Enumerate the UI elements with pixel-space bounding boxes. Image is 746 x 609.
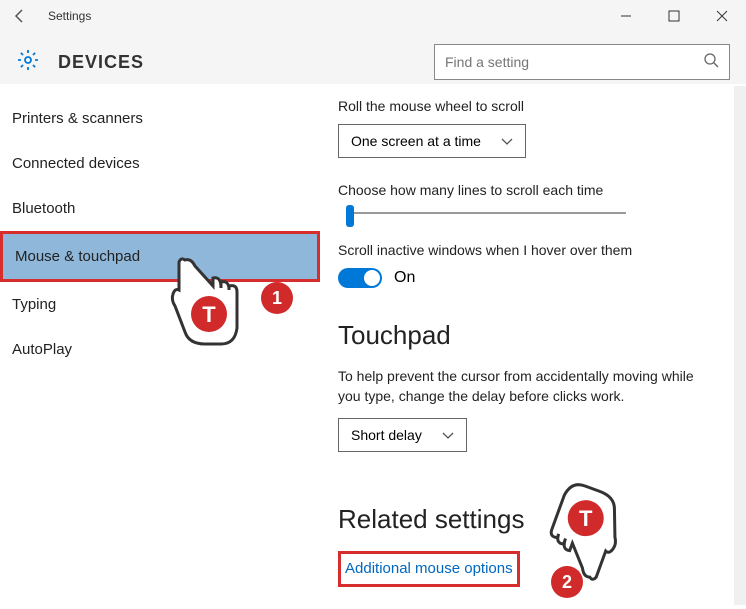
window-title: Settings xyxy=(48,9,91,23)
sidebar: Printers & scanners Connected devices Bl… xyxy=(0,84,320,609)
back-button[interactable] xyxy=(8,4,32,28)
touchpad-delay-dropdown[interactable]: Short delay xyxy=(338,418,467,452)
toggle-state-label: On xyxy=(394,269,415,287)
additional-mouse-options-highlight: Additional mouse options xyxy=(338,551,520,587)
scroll-mode-dropdown[interactable]: One screen at a time xyxy=(338,124,526,158)
scroll-mode-value: One screen at a time xyxy=(351,133,481,149)
search-box[interactable] xyxy=(434,44,730,80)
titlebar: Settings xyxy=(0,0,746,32)
annotation-badge-1: 1 xyxy=(261,282,293,314)
touchpad-heading: Touchpad xyxy=(338,320,728,351)
sidebar-item-connected-devices[interactable]: Connected devices xyxy=(0,141,320,186)
maximize-icon xyxy=(668,10,680,22)
search-input[interactable] xyxy=(445,54,703,70)
slider-thumb[interactable] xyxy=(346,205,354,227)
inactive-windows-toggle[interactable] xyxy=(338,268,382,288)
minimize-icon xyxy=(620,10,632,22)
close-icon xyxy=(716,10,728,22)
lines-slider[interactable] xyxy=(346,212,626,214)
sidebar-item-mouse-touchpad[interactable]: Mouse & touchpad xyxy=(0,231,320,282)
header: DEVICES xyxy=(0,32,746,84)
chevron-down-icon xyxy=(501,133,513,149)
inactive-windows-label: Scroll inactive windows when I hover ove… xyxy=(338,242,728,258)
search-icon xyxy=(703,52,719,73)
scrollbar[interactable] xyxy=(734,86,746,605)
chevron-down-icon xyxy=(442,427,454,443)
touchpad-help-text: To help prevent the cursor from accident… xyxy=(338,367,698,406)
annotation-badge-2: 2 xyxy=(551,566,583,598)
additional-mouse-options-link[interactable]: Additional mouse options xyxy=(345,560,513,577)
gear-icon xyxy=(16,48,40,77)
toggle-knob xyxy=(364,270,380,286)
lines-scroll-label: Choose how many lines to scroll each tim… xyxy=(338,182,728,198)
sidebar-item-autoplay[interactable]: AutoPlay xyxy=(0,327,320,372)
minimize-button[interactable] xyxy=(610,4,642,28)
sidebar-item-bluetooth[interactable]: Bluetooth xyxy=(0,186,320,231)
page-title: DEVICES xyxy=(58,52,144,73)
window-controls xyxy=(610,4,738,28)
back-arrow-icon xyxy=(12,8,28,24)
scroll-wheel-label: Roll the mouse wheel to scroll xyxy=(338,98,728,114)
content-panel: Roll the mouse wheel to scroll One scree… xyxy=(320,84,746,609)
sidebar-item-printers[interactable]: Printers & scanners xyxy=(0,96,320,141)
maximize-button[interactable] xyxy=(658,4,690,28)
related-settings-heading: Related settings xyxy=(338,504,728,535)
delay-value: Short delay xyxy=(351,427,422,443)
close-button[interactable] xyxy=(706,4,738,28)
